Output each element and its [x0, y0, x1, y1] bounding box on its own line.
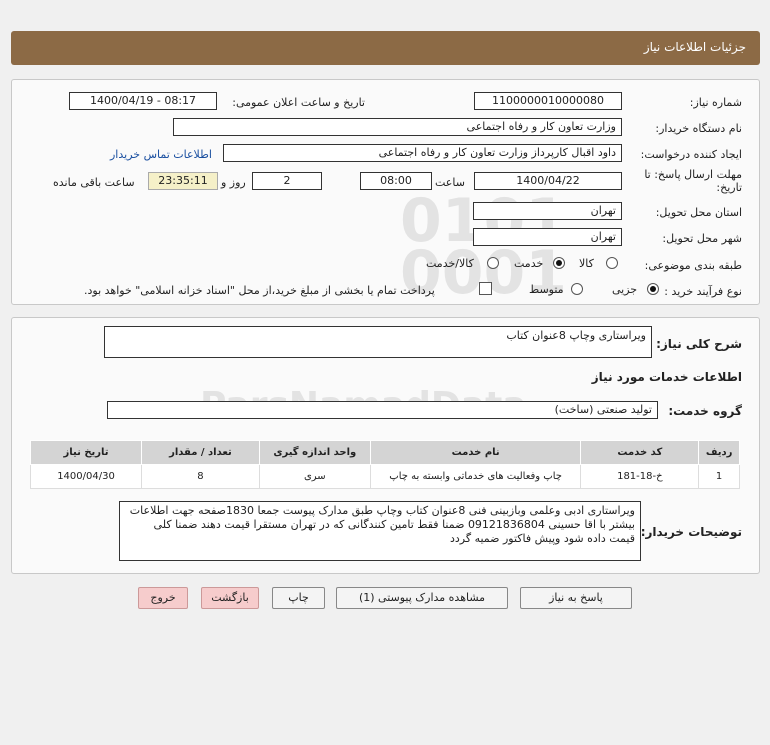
cell-service-name: چاپ وفعالیت های خدماتی وابسته به چاپ [369, 464, 582, 489]
category-radio-goods-service[interactable] [487, 257, 499, 269]
city-label: شهر محل تحویل: [662, 232, 742, 245]
buyer-contact-link[interactable]: اطلاعات تماس خریدار [110, 148, 212, 161]
cell-need-date: 1400/04/30 [29, 464, 143, 489]
reply-button[interactable]: پاسخ به نیاز [520, 587, 632, 609]
process-label: نوع فرآیند خرید : [664, 285, 742, 298]
cell-service-code: خ-18-181 [580, 464, 700, 489]
treasury-payment-note: پرداخت تمام یا بخشی از مبلغ خرید،از محل … [84, 284, 435, 297]
back-button[interactable]: بازگشت [201, 587, 259, 609]
remaining-label: ساعت باقی مانده [53, 176, 135, 189]
deadline-time-field: 08:00 [360, 172, 432, 190]
remaining-time-field: 23:35:11 [148, 172, 218, 190]
exit-button[interactable]: خروج [138, 587, 188, 609]
creator-field: داود اقبال کارپرداز وزارت تعاون کار و رف… [223, 144, 622, 162]
category-option-goods: کالا [579, 257, 594, 270]
announce-label: تاریخ و ساعت اعلان عمومی: [232, 96, 365, 109]
col-row-number: ردیف [698, 440, 740, 465]
print-button[interactable]: چاپ [272, 587, 325, 609]
process-option-medium: متوسط [529, 283, 564, 296]
category-radio-service[interactable] [553, 257, 565, 269]
days-label: روز و [221, 176, 246, 189]
col-service-code: کد خدمت [580, 440, 700, 465]
category-option-service: خدمت [514, 257, 544, 270]
col-quantity: تعداد / مقدار [141, 440, 260, 465]
col-need-date: تاریخ نیاز [29, 440, 143, 465]
category-option-goods-service: کالا/خدمت [426, 257, 474, 270]
need-number-field: 1100000010000080 [474, 92, 622, 110]
days-field: 2 [252, 172, 322, 190]
province-field: تهران [473, 202, 622, 220]
process-option-minor: جزیی [612, 283, 638, 296]
process-radio-minor[interactable] [647, 283, 659, 295]
col-service-name: نام خدمت [369, 440, 582, 465]
buyer-notes-field: ویراستاری ادبی وعلمی وبازبینی فنی 8عنوان… [119, 501, 641, 561]
table-row: 1 خ-18-181 چاپ وفعالیت های خدماتی وابسته… [29, 464, 740, 489]
category-radio-goods[interactable] [606, 257, 618, 269]
process-radio-medium[interactable] [571, 283, 583, 295]
category-label: طبقه بندی موضوعی: [644, 259, 742, 272]
service-group-field: تولید صنعتی (ساخت) [107, 401, 658, 419]
page-title: جزئیات اطلاعات نیاز [643, 40, 746, 54]
creator-label: ایجاد کننده درخواست: [640, 148, 742, 161]
deadline-label: مهلت ارسال پاسخ: تا [644, 168, 742, 181]
cell-unit: سری [258, 464, 371, 489]
buyer-org-label: نام دستگاه خریدار: [655, 122, 742, 135]
view-attachments-button[interactable]: مشاهده مدارک پیوستی (1) [336, 587, 508, 609]
table-header-row: ردیف کد خدمت نام خدمت واحد اندازه گیری ت… [29, 440, 740, 465]
page-header: جزئیات اطلاعات نیاز [11, 31, 760, 65]
services-table-wrap: ردیف کد خدمت نام خدمت واحد اندازه گیری ت… [29, 440, 740, 489]
buyer-notes-label: توضیحات خریدار: [640, 525, 742, 539]
announce-field: 1400/04/19 - 08:17 [69, 92, 217, 110]
treasury-payment-checkbox[interactable] [479, 282, 492, 295]
cell-row-number: 1 [698, 464, 740, 489]
summary-field: ویراستاری وچاپ 8عنوان کتاب [104, 326, 652, 358]
col-unit: واحد اندازه گیری [258, 440, 371, 465]
province-label: استان محل تحویل: [655, 206, 742, 219]
deadline-time-label: ساعت [435, 176, 465, 189]
service-group-label: گروه خدمت: [668, 404, 742, 418]
buyer-org-field: وزارت تعاون کار و رفاه اجتماعی [173, 118, 622, 136]
deadline-date-label: تاریخ: [716, 181, 742, 194]
deadline-date-field: 1400/04/22 [474, 172, 622, 190]
cell-quantity: 8 [141, 464, 260, 489]
summary-label: شرح کلی نیاز: [656, 337, 742, 351]
need-number-label: شماره نیاز: [689, 96, 742, 109]
services-table: ردیف کد خدمت نام خدمت واحد اندازه گیری ت… [29, 440, 740, 489]
city-field: تهران [473, 228, 622, 246]
services-heading: اطلاعات خدمات مورد نیاز [591, 370, 742, 384]
